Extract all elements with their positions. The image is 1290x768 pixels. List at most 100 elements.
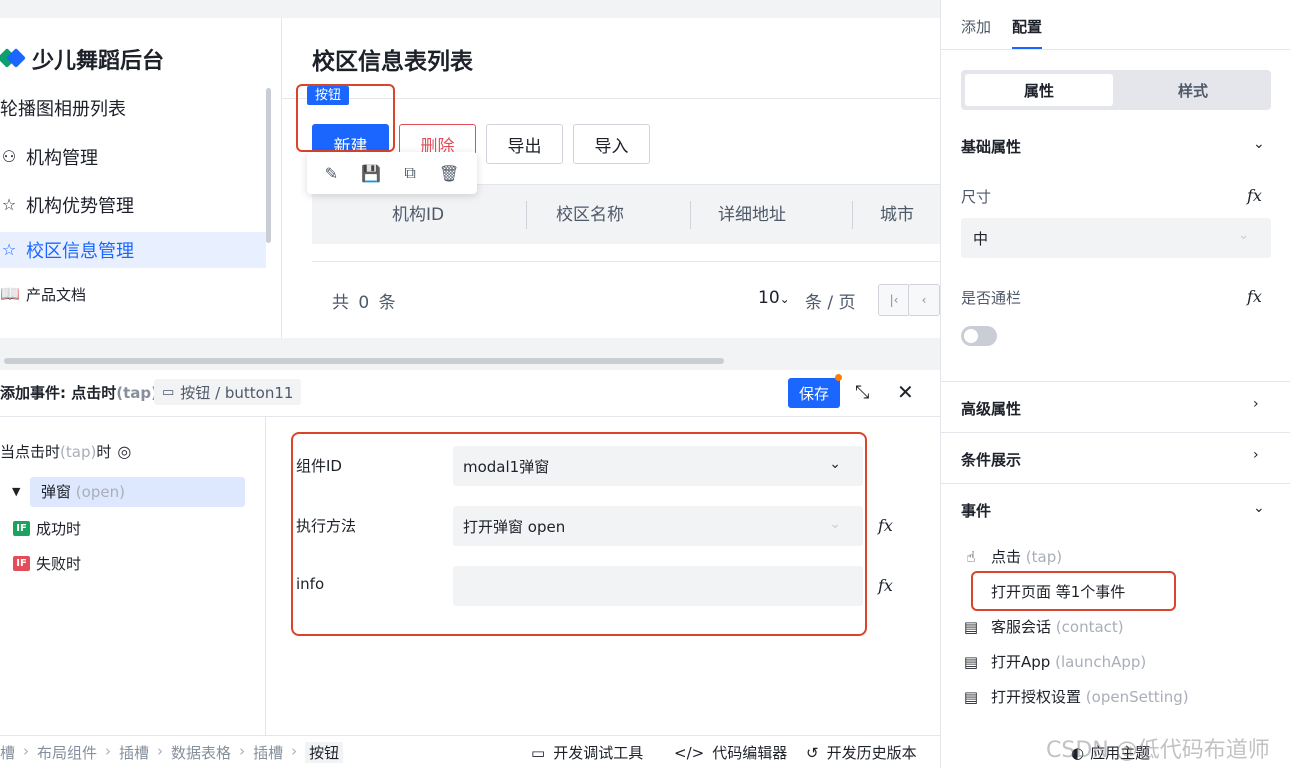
method-label: 执行方法 (296, 517, 357, 535)
nav-item-org-advantage[interactable]: ☆ 机构优势管理 (0, 187, 266, 223)
if-icon: IF (13, 556, 30, 571)
first-page-button[interactable]: |‹ (878, 284, 910, 316)
chevron-right-icon[interactable]: › (1253, 396, 1259, 412)
history-button[interactable]: ↺ 开发历史版本 (806, 742, 917, 763)
toggle-knob (964, 329, 978, 343)
linked-events-link[interactable]: 打开页面 等1个事件 (971, 571, 1176, 611)
section-conditional-title[interactable]: 条件展示 (961, 449, 1021, 470)
event-launchapp[interactable]: ▤ 打开App (launchApp) (961, 651, 1146, 672)
fullwidth-toggle[interactable] (961, 326, 997, 346)
nav-item-campus[interactable]: ☆ 校区信息管理 (0, 232, 266, 268)
chevron-down-icon[interactable]: ⌄ (1253, 136, 1265, 152)
info-input[interactable] (453, 566, 863, 606)
trigger-label: 当点击时 (0, 443, 61, 461)
size-select[interactable]: 中 ⌄ (961, 218, 1271, 258)
code-editor-button[interactable]: </> 代码编辑器 (674, 742, 787, 763)
debug-tools-button[interactable]: ▭ 开发调试工具 (531, 742, 643, 763)
table-body (312, 244, 940, 262)
tab-add[interactable]: 添加 (961, 16, 991, 37)
nav-item-org[interactable]: ⚇ 机构管理 (0, 139, 266, 175)
column-header[interactable]: 校区名称 (556, 185, 624, 245)
event-label: 点击 (991, 548, 1022, 566)
tool-label: 代码编辑器 (712, 744, 788, 762)
section-basic-title[interactable]: 基础属性 (961, 136, 1021, 157)
settings-icon[interactable]: ◎ (117, 442, 131, 461)
fx-icon[interactable]: fx (878, 576, 893, 595)
event-label: 打开App (991, 653, 1051, 671)
import-button[interactable]: 导入 (573, 124, 650, 164)
section-advanced-title[interactable]: 高级属性 (961, 398, 1021, 419)
per-page-label: 条 / 页 (805, 293, 856, 313)
user-icon: ⚇ (1, 147, 17, 166)
star-icon: ☆ (1, 240, 17, 259)
breadcrumb-current[interactable]: 按钮 (305, 742, 344, 763)
chevron-down-icon[interactable]: ⌄ (1253, 500, 1265, 516)
column-header[interactable]: 机构ID (392, 185, 444, 245)
section-events-title[interactable]: 事件 (961, 500, 991, 521)
selected-component-tag: 按钮 (307, 86, 350, 105)
save-button[interactable]: 保存 (788, 378, 840, 408)
page-size-select[interactable]: 10⌄ (758, 288, 790, 308)
page-size-value: 10 (758, 288, 780, 308)
segment-style[interactable]: 样式 (1119, 74, 1267, 106)
chevron-down-icon: ⌄ (829, 456, 841, 472)
total-count: 共 0 条 (332, 293, 398, 313)
event-tap[interactable]: ☝ 点击 (tap) (961, 546, 1062, 567)
caret-down-icon[interactable]: ▼ (12, 485, 20, 498)
close-icon[interactable]: ✕ (897, 380, 914, 404)
divider (941, 381, 1290, 382)
page-title: 校区信息表列表 (312, 49, 473, 75)
calendar-icon: ▤ (963, 652, 979, 671)
config-panel: 添加 配置 属性 样式 基础属性 ⌄ 尺寸 fx 中 ⌄ 是否通栏 fx 高级属… (940, 0, 1290, 768)
breadcrumb-item[interactable]: 布局组件 (37, 742, 97, 763)
button-icon: ▭ (162, 384, 175, 400)
column-header[interactable]: 详细地址 (718, 185, 786, 245)
action-hint: (open) (75, 483, 125, 501)
component-id-select[interactable]: modal1弹窗 ⌄ (453, 446, 863, 486)
component-toolbar: ✎ 💾 ⧉ 🗑 (307, 152, 477, 194)
prev-page-button[interactable]: ‹ (908, 284, 940, 316)
chevron-right-icon[interactable]: › (1253, 447, 1259, 463)
edit-icon[interactable]: ✎ (325, 164, 338, 183)
copy-icon[interactable]: ⧉ (404, 163, 415, 183)
divider (941, 432, 1290, 433)
bottom-bar: 槽 › 布局组件 › 插槽 › 数据表格 › 插槽 › 按钮 ▭ 开发调试工具 </> 代… (0, 735, 940, 768)
breadcrumb-item[interactable]: 数据表格 (171, 742, 231, 763)
nav-item-carousel[interactable]: 轮播图相册列表 (0, 90, 266, 126)
fx-icon[interactable]: fx (1247, 287, 1262, 306)
fx-icon[interactable]: fx (878, 516, 893, 535)
calendar-icon: ▤ (963, 617, 979, 636)
watermark: CSDN @低代码布道师 (1046, 738, 1270, 763)
trigger-node[interactable]: 当点击时(tap)时 ◎ (0, 441, 131, 462)
event-contact[interactable]: ▤ 客服会话 (contact) (961, 616, 1124, 637)
breadcrumb-item[interactable]: 插槽 (253, 742, 283, 763)
tab-config[interactable]: 配置 (1012, 16, 1042, 37)
expand-icon[interactable]: ⤡ (855, 382, 869, 403)
breadcrumb-item[interactable]: 插槽 (119, 742, 149, 763)
column-header[interactable]: 城市 (880, 185, 914, 245)
unsaved-dot (835, 374, 842, 381)
sidebar-scrollbar[interactable] (266, 88, 271, 243)
export-button[interactable]: 导出 (486, 124, 563, 164)
title-hint: (tap) (116, 384, 158, 402)
method-select[interactable]: 打开弹窗 open ⌄ (453, 506, 863, 546)
component-id-label: 组件ID (296, 457, 342, 475)
nav-label: 机构优势管理 (26, 196, 134, 217)
calendar-icon: ▤ (963, 687, 979, 706)
horizontal-scrollbar[interactable] (4, 358, 724, 364)
component-chip: ▭ 按钮 / button11 (154, 379, 302, 405)
size-label: 尺寸 (961, 188, 992, 206)
action-node-modal[interactable]: 弹窗 (open) (30, 477, 245, 507)
event-label: 打开授权设置 (991, 688, 1082, 706)
success-node[interactable]: IF 成功时 (13, 518, 81, 539)
event-opensetting[interactable]: ▤ 打开授权设置 (openSetting) (961, 686, 1189, 707)
fail-node[interactable]: IF 失败时 (13, 553, 81, 574)
component-id-value: modal1弹窗 (463, 457, 550, 476)
trash-icon[interactable]: 🗑 (439, 164, 459, 183)
breadcrumb-item[interactable]: 槽 (0, 742, 15, 763)
nav-item-docs[interactable]: 📖 产品文档 (0, 276, 266, 312)
save-icon[interactable]: 💾 (361, 164, 381, 183)
logo-icon (0, 47, 26, 71)
fx-icon[interactable]: fx (1247, 186, 1262, 205)
segment-props[interactable]: 属性 (965, 74, 1113, 106)
